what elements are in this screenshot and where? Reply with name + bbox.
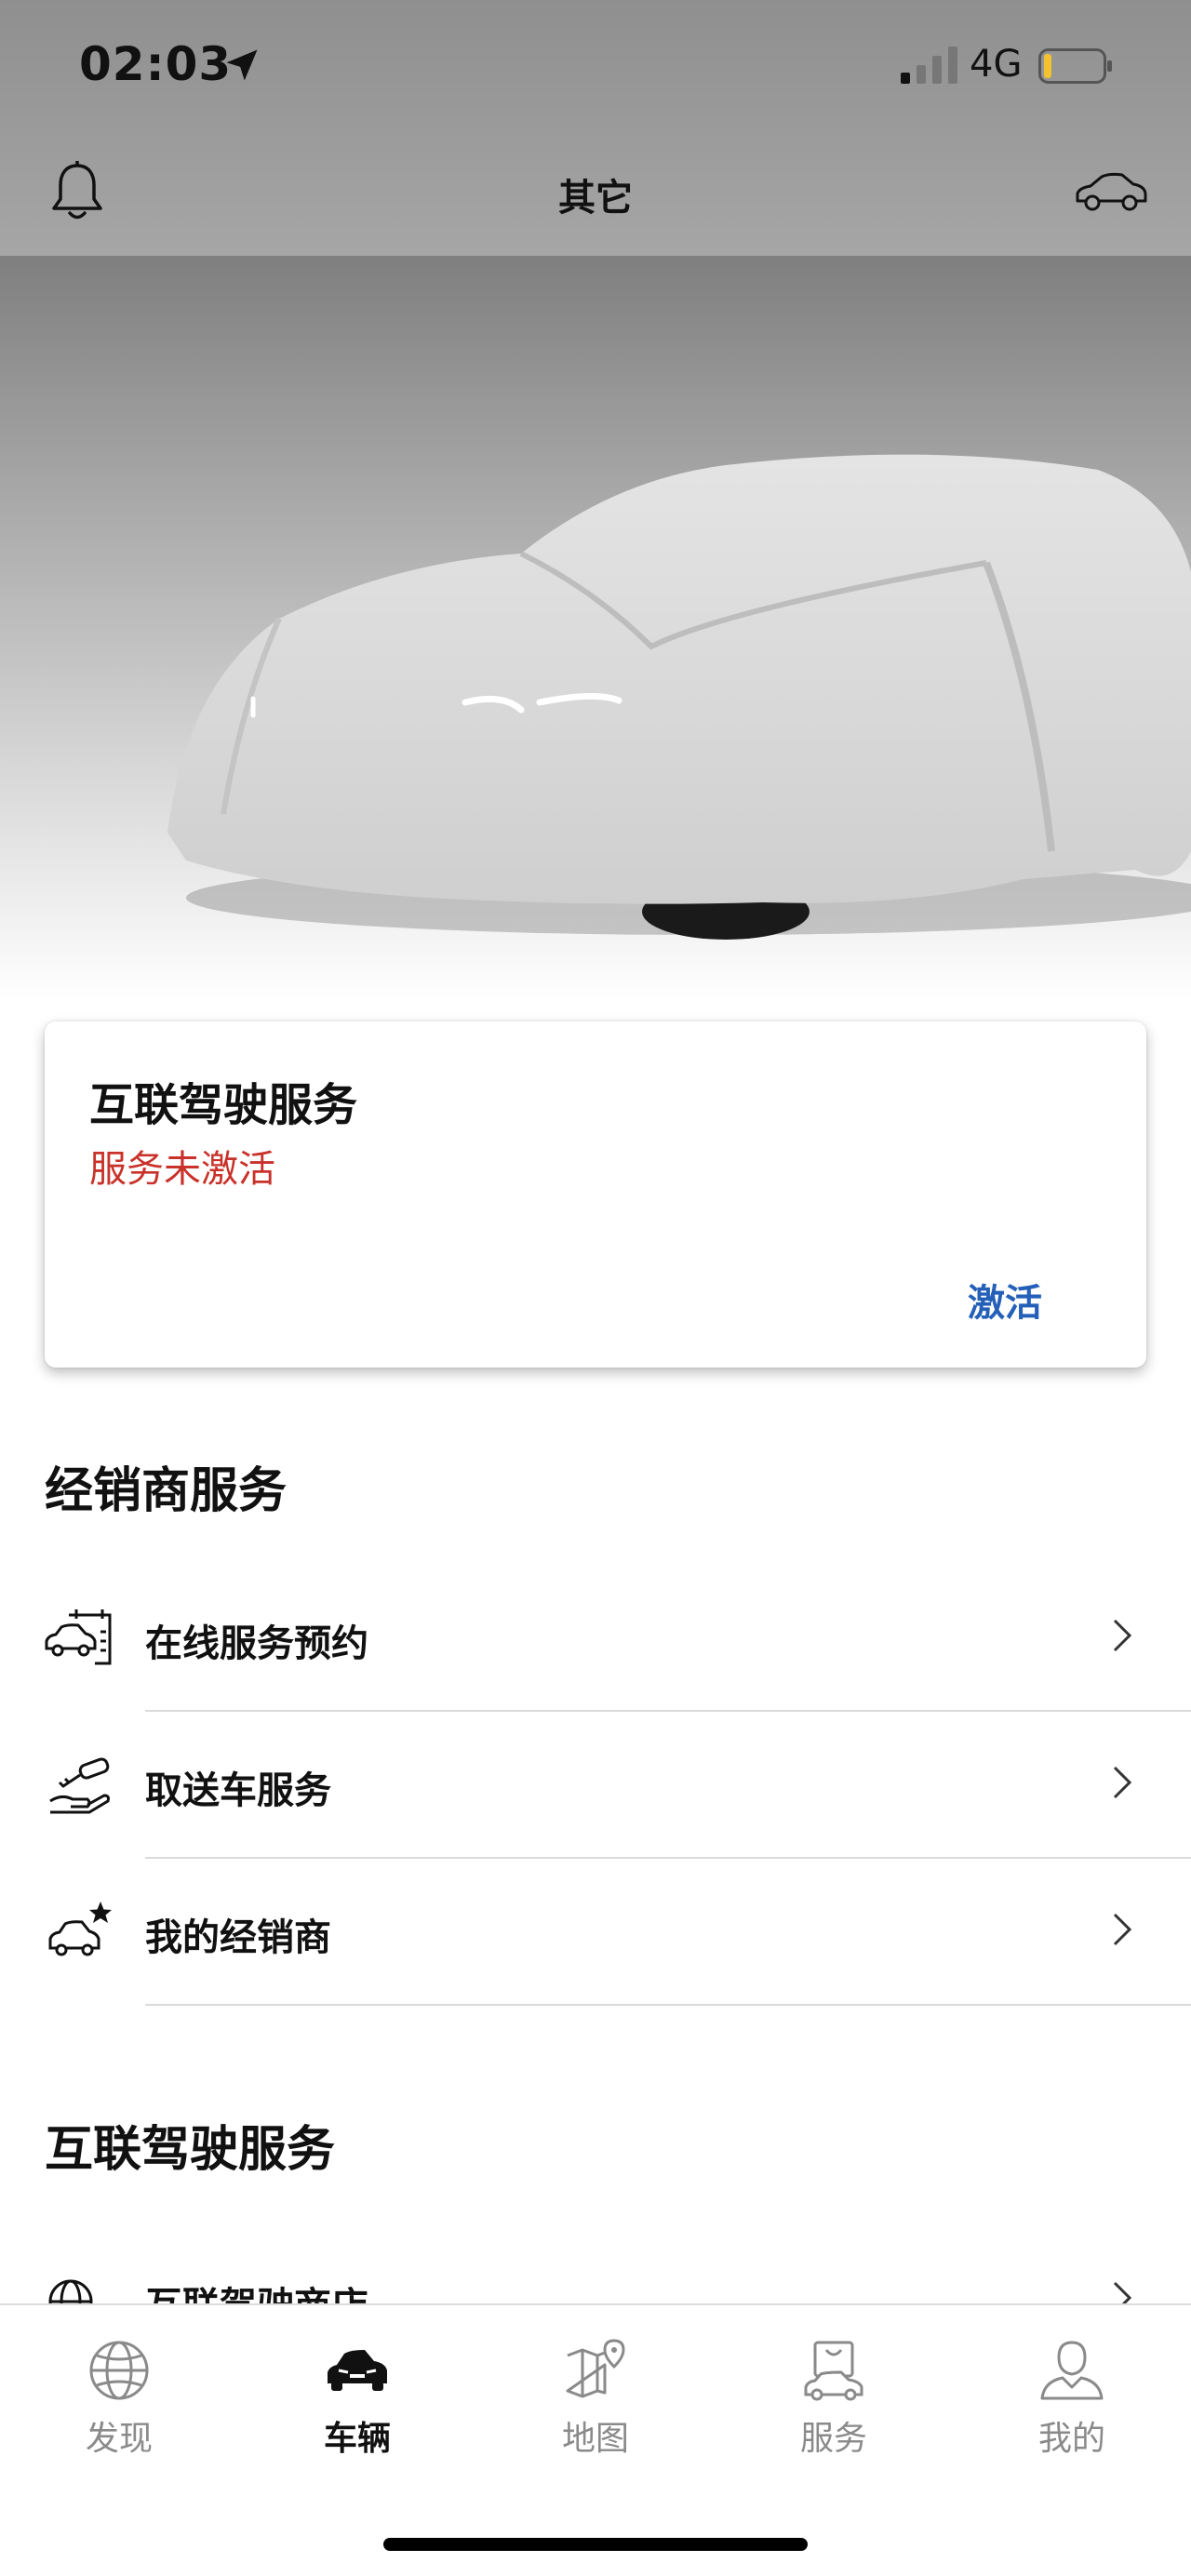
status-time: 02:03 xyxy=(79,37,233,91)
tab-label: 车辆 xyxy=(323,2420,391,2458)
online-appointment-row[interactable]: 在线服务预约 xyxy=(0,1565,1191,1712)
location-arrow-icon xyxy=(226,49,258,81)
battery-icon xyxy=(1038,48,1112,84)
tab-discover[interactable]: 发现 xyxy=(26,2337,212,2458)
top-bar: 02:03 4G 其它 xyxy=(0,0,1191,256)
row-label: 在线服务预约 xyxy=(145,1622,368,1665)
globe-store-icon xyxy=(48,2279,93,2303)
chevron-right-icon xyxy=(1113,1766,1132,1799)
row-label: 取送车服务 xyxy=(145,1769,331,1812)
globe-icon xyxy=(89,2341,149,2400)
card-title: 互联驾驶服务 xyxy=(89,1079,358,1131)
chevron-right-icon xyxy=(1113,2281,1132,2303)
tab-map[interactable]: 地图 xyxy=(502,2337,689,2458)
row-label: 互联驾驶商店 xyxy=(145,2276,368,2303)
tab-me[interactable]: 我的 xyxy=(979,2337,1165,2458)
connected-drive-card: 互联驾驶服务 服务未激活 激活 xyxy=(45,1021,1146,1368)
tab-label: 地图 xyxy=(561,2420,629,2458)
covered-car-illustration xyxy=(167,454,1191,940)
chevron-right-icon xyxy=(1113,1913,1132,1946)
dealer-services-title: 经销商服务 xyxy=(45,1463,288,1519)
network-type: 4G xyxy=(970,43,1023,86)
page-title: 其它 xyxy=(558,177,633,220)
row-label: 我的经销商 xyxy=(145,1916,331,1959)
my-dealer-row[interactable]: 我的经销商 xyxy=(0,1859,1191,2006)
connected-services-title: 互联驾驶服务 xyxy=(45,2122,336,2178)
pickup-delivery-row[interactable]: 取送车服务 xyxy=(0,1712,1191,1859)
tab-services[interactable]: 服务 xyxy=(741,2337,927,2458)
chevron-right-icon xyxy=(1113,1619,1132,1652)
car-switch-icon[interactable] xyxy=(1074,169,1148,216)
tab-label: 发现 xyxy=(85,2420,153,2458)
home-indicator xyxy=(383,2538,808,2551)
activate-button[interactable]: 激活 xyxy=(968,1273,1042,1327)
signal-icon xyxy=(901,47,957,84)
covered-car-image xyxy=(0,256,1191,1000)
map-icon xyxy=(566,2339,625,2398)
shopping-bag-car-icon xyxy=(804,2341,863,2401)
car-star-icon xyxy=(48,1902,112,1956)
connected-store-row[interactable]: 互联驾驶商店 xyxy=(0,2233,1191,2303)
car-service-calendar-icon xyxy=(45,1609,112,1665)
car-key-hand-icon xyxy=(49,1757,110,1814)
card-status: 服务未激活 xyxy=(89,1148,275,1191)
tab-label: 我的 xyxy=(1037,2420,1105,2458)
tab-vehicle[interactable]: 车辆 xyxy=(264,2337,450,2458)
tab-label: 服务 xyxy=(799,2420,867,2458)
divider xyxy=(145,2004,1191,2006)
status-bar: 02:03 4G xyxy=(0,0,1191,130)
user-icon xyxy=(1040,2341,1104,2400)
bottom-tab-bar: 发现 车辆 地图 服务 我的 xyxy=(0,2303,1191,2576)
car-icon xyxy=(328,2350,387,2391)
